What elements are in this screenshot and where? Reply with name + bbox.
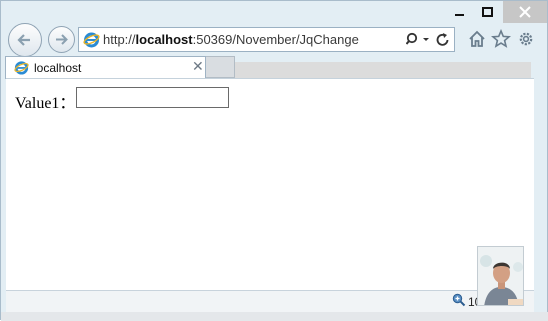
url-path: :50369/November/JqChange <box>192 32 359 47</box>
url-prefix: http:// <box>103 32 136 47</box>
url-host: localhost <box>135 32 193 47</box>
ie-logo-icon <box>14 61 29 75</box>
person-photo-image <box>478 247 523 305</box>
favorites-star-icon[interactable] <box>491 29 511 49</box>
value1-label: Value1： <box>15 95 76 112</box>
close-button[interactable] <box>503 1 547 23</box>
window-right-edge <box>534 78 545 312</box>
forward-button[interactable] <box>48 26 75 53</box>
back-button[interactable] <box>8 23 42 57</box>
ie-logo-icon <box>83 32 100 48</box>
avatar-photo <box>477 246 524 306</box>
dropdown-arrow-icon[interactable] <box>423 38 429 41</box>
new-tab-button[interactable] <box>206 56 235 78</box>
status-bar: 100% <box>6 290 534 312</box>
forward-arrow-icon <box>56 34 68 45</box>
address-url[interactable]: http://localhost:50369/November/JqChange <box>103 32 359 47</box>
back-arrow-icon <box>17 34 30 46</box>
search-icon[interactable] <box>406 32 418 45</box>
browser-window: http://localhost:50369/November/JqChange <box>0 0 548 321</box>
minimize-icon <box>455 14 464 16</box>
tab-label: localhost <box>34 61 82 75</box>
page-content: Value1： <box>6 78 534 290</box>
zoom-icon[interactable] <box>452 293 466 307</box>
value1-input[interactable] <box>76 87 229 108</box>
close-icon <box>519 6 531 18</box>
tab-localhost[interactable]: localhost ✕ <box>5 56 206 79</box>
address-bar[interactable]: http://localhost:50369/November/JqChange <box>78 27 455 52</box>
home-icon[interactable] <box>467 29 487 49</box>
maximize-button[interactable] <box>475 1 501 23</box>
tab-close-icon[interactable]: ✕ <box>192 59 204 75</box>
minimize-button[interactable] <box>447 1 473 23</box>
maximize-icon <box>482 6 493 17</box>
tab-strip <box>235 62 531 78</box>
refresh-icon[interactable] <box>436 33 449 46</box>
address-tools <box>406 32 449 46</box>
settings-gear-icon[interactable] <box>516 29 536 49</box>
